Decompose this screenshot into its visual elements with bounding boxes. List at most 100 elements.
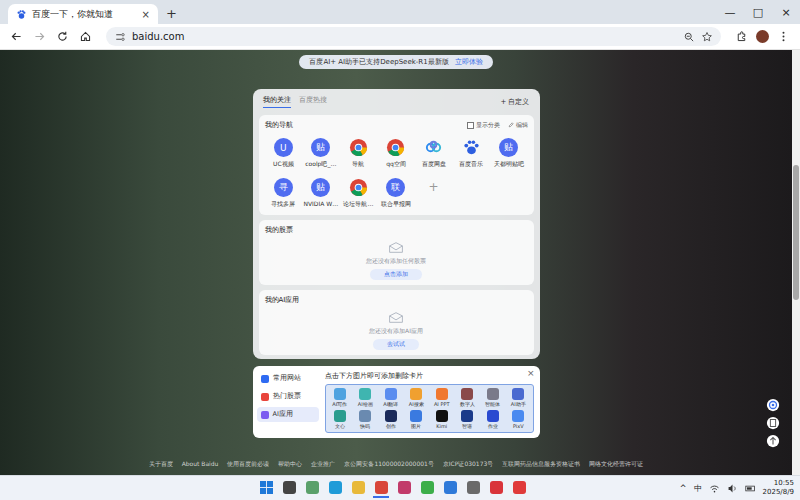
nav-item[interactable]: 百度音乐	[452, 138, 490, 170]
app-card[interactable]: 创作	[379, 410, 404, 429]
taskbar-app[interactable]	[511, 478, 527, 498]
footer-link[interactable]: 使用百度前必读	[227, 460, 269, 469]
nav-item[interactable]: 导航	[340, 138, 378, 170]
site-info-icon[interactable]	[114, 31, 126, 43]
nav-item[interactable]: 贴 NVIDIA W…	[302, 178, 340, 210]
profile-avatar[interactable]	[756, 30, 769, 43]
nav-item[interactable]: 贴 coolp吧_…	[302, 138, 340, 170]
address-text[interactable]: baidu.com	[132, 31, 184, 42]
forward-icon[interactable]	[33, 30, 46, 43]
app-card[interactable]: AI绘画	[353, 388, 378, 407]
battery-icon[interactable]	[745, 483, 756, 494]
footer-link[interactable]: 关于百度	[149, 460, 173, 469]
app-card[interactable]: AI翻译	[379, 388, 404, 407]
app-card[interactable]: Kimi	[430, 410, 455, 429]
nav-item[interactable]: 贴 天都明贴吧	[490, 138, 528, 170]
app-card[interactable]: AI搜索	[404, 388, 429, 407]
scroll-thumb[interactable]	[793, 165, 799, 300]
picker-menu-item[interactable]: 常用网站	[257, 371, 319, 386]
wifi-icon[interactable]	[709, 483, 720, 494]
nav-item[interactable]: 联 联合早报网	[377, 178, 415, 210]
nav-item[interactable]: 寻 寻找多屏	[265, 178, 303, 210]
ai-banner[interactable]: 百度AI+ AI助手已支持DeepSeek-R1最新版 立即体验	[299, 55, 492, 69]
bookmark-star-icon[interactable]	[701, 31, 713, 43]
taskbar-app[interactable]	[373, 478, 389, 498]
card-tab[interactable]: 百度热搜	[299, 95, 327, 108]
taskbar-app[interactable]	[465, 478, 481, 498]
taskbar-app[interactable]	[488, 478, 504, 498]
app-label: AI绘画	[358, 401, 373, 407]
footer-link[interactable]: 企业推广	[311, 460, 335, 469]
window-control-button[interactable]: —	[716, 6, 744, 19]
empty-action-button[interactable]: 点击添加	[370, 269, 422, 280]
nav-item-label: coolp吧_…	[305, 160, 336, 169]
nav-item[interactable]: 论坛导航…	[340, 178, 378, 210]
empty-action-button[interactable]: 去试试	[373, 339, 419, 350]
footer-link[interactable]: About Baidu	[182, 460, 219, 469]
footer-link[interactable]: 京ICP证030173号	[443, 460, 493, 469]
app-card[interactable]: AI写作	[328, 388, 353, 407]
taskbar-app[interactable]	[258, 478, 274, 498]
show-category-option[interactable]: 显示分类	[467, 121, 500, 130]
scrollbar[interactable]	[792, 50, 800, 475]
back-icon[interactable]	[10, 30, 23, 43]
app-card[interactable]: 智能体	[481, 388, 506, 407]
extensions-icon[interactable]	[735, 30, 748, 43]
popup-close-button[interactable]: ×	[527, 368, 535, 378]
taskbar-app[interactable]	[304, 478, 320, 498]
app-card[interactable]: PixV	[506, 410, 531, 429]
edit-button[interactable]: 编辑	[508, 121, 528, 130]
banner-link[interactable]: 立即体验	[455, 57, 483, 67]
picker-menu-item[interactable]: 热门股票	[257, 389, 319, 404]
edit-label: 编辑	[516, 121, 528, 130]
taskbar-app[interactable]	[442, 478, 458, 498]
address-bar[interactable]: baidu.com	[106, 27, 721, 46]
app-icon	[398, 481, 411, 494]
taskbar-app[interactable]	[396, 478, 412, 498]
taskbar-app[interactable]	[350, 478, 366, 498]
footer-link[interactable]: 互联网药品信息服务资格证书	[502, 460, 580, 469]
app-card[interactable]: 数字人	[455, 388, 480, 407]
reload-icon[interactable]	[56, 30, 69, 43]
back-to-top-icon[interactable]	[766, 434, 780, 448]
app-icon	[334, 388, 346, 400]
nav-item[interactable]: qq空间	[377, 138, 415, 170]
menu-dots-icon[interactable]	[777, 30, 790, 43]
customize-button[interactable]: + 自定义	[500, 97, 529, 107]
app-card[interactable]: 智谱	[455, 410, 480, 429]
app-card[interactable]: 作业	[481, 410, 506, 429]
new-tab-button[interactable]: +	[158, 6, 185, 24]
footer-link[interactable]: 网络文化经营许可证	[589, 460, 643, 469]
app-card[interactable]: AI PPT	[430, 388, 455, 407]
nav-item[interactable]: 百度网盘	[415, 138, 453, 170]
taskbar-app[interactable]	[327, 478, 343, 498]
tab-close-button[interactable]: ×	[142, 9, 150, 20]
app-card[interactable]: 快码	[353, 410, 378, 429]
app-card[interactable]: AI助手	[506, 388, 531, 407]
checkbox[interactable]	[467, 122, 474, 129]
card-tabs: 我的关注百度热搜 + 自定义	[259, 93, 534, 110]
taskbar-apps	[258, 478, 527, 498]
empty-text: 您还没有添加任何股票	[366, 257, 426, 266]
tray-chevron[interactable]: ^	[680, 484, 687, 493]
taskbar-app[interactable]	[419, 478, 435, 498]
ai-assistant-icon[interactable]	[766, 398, 780, 412]
footer-link[interactable]: 京公网安备11000002000001号	[344, 460, 433, 469]
card-tab[interactable]: 我的关注	[263, 95, 291, 108]
home-icon[interactable]	[79, 30, 92, 43]
browser-tab[interactable]: 百度一下，你就知道 ×	[8, 4, 158, 24]
feedback-icon[interactable]	[766, 416, 780, 430]
add-nav-button[interactable]: +	[415, 178, 453, 210]
footer-link[interactable]: 帮助中心	[278, 460, 302, 469]
zoom-icon[interactable]	[683, 31, 695, 43]
app-card[interactable]: 文心	[328, 410, 353, 429]
window-control-button[interactable]: ×	[772, 6, 800, 19]
nav-item[interactable]: U UC视频	[265, 138, 303, 170]
picker-menu-item[interactable]: AI应用	[257, 407, 319, 422]
ime-indicator[interactable]: 中	[694, 483, 702, 494]
clock[interactable]: 10:55 2025/8/9	[763, 479, 794, 497]
volume-icon[interactable]	[727, 483, 738, 494]
window-control-button[interactable]: □	[744, 6, 772, 19]
app-card[interactable]: 图片	[404, 410, 429, 429]
taskbar-app[interactable]	[281, 478, 297, 498]
